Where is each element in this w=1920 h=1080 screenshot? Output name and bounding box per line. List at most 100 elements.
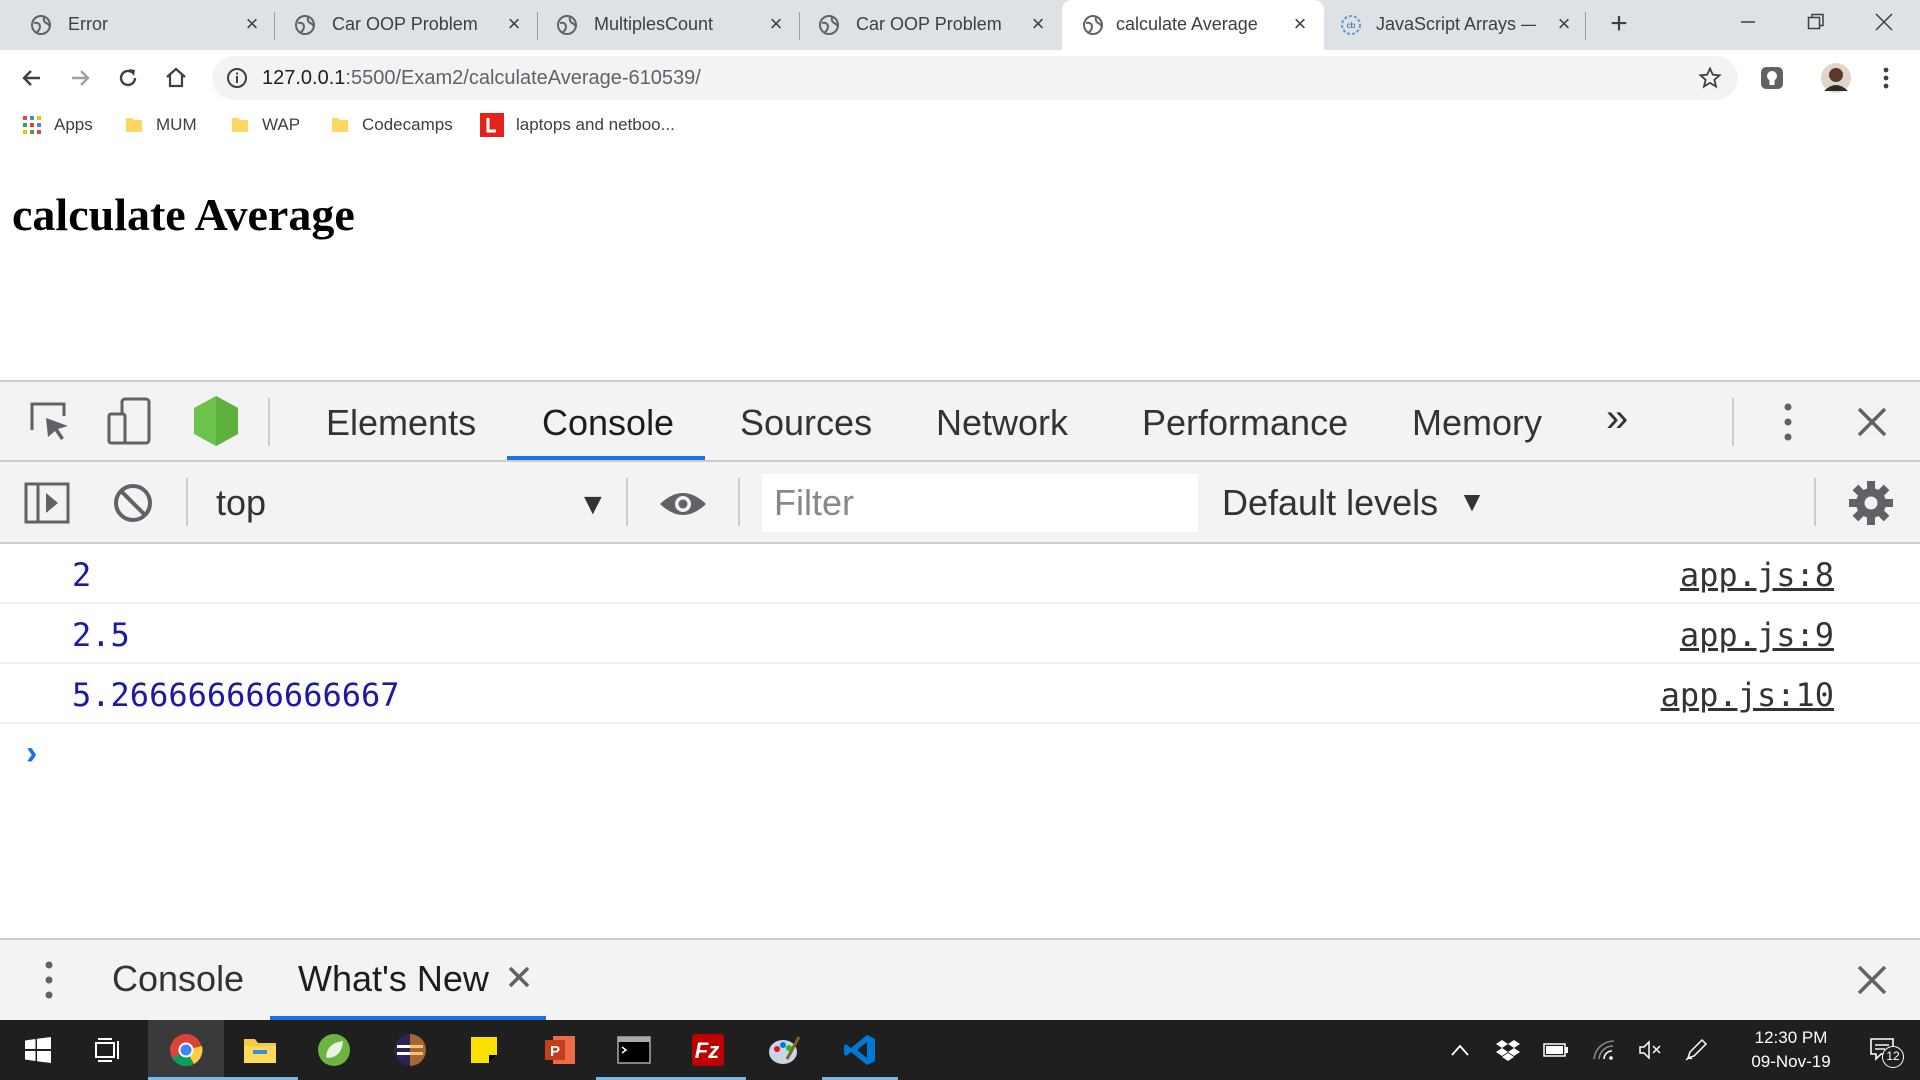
more-tabs-button[interactable]: » (1606, 396, 1628, 441)
close-drawer-icon[interactable] (1856, 964, 1888, 996)
browser-tab-multiples-count[interactable]: MultiplesCount × (526, 0, 796, 50)
svg-text:cb: cb (1347, 21, 1356, 30)
clear-console-icon[interactable] (112, 482, 154, 524)
source-link[interactable]: app.js:9 (1680, 616, 1834, 654)
taskbar-paint[interactable] (746, 1020, 822, 1080)
device-toolbar-icon[interactable] (106, 396, 152, 446)
browser-tab-car-oop-2[interactable]: Car OOP Problem × (788, 0, 1058, 50)
bookmark-folder-wap[interactable]: WAP (230, 112, 300, 138)
close-devtools-icon[interactable] (1856, 406, 1888, 438)
browser-tab-js-arrays[interactable]: cb JavaScript Arrays — I × (1330, 0, 1590, 50)
browser-menu-button[interactable] (1870, 62, 1902, 94)
task-view-button[interactable] (70, 1020, 146, 1080)
home-button[interactable] (160, 62, 192, 94)
devtools-tab-memory[interactable]: Memory (1412, 402, 1542, 444)
address-bar[interactable]: 127.0.0.1:5500/Exam2/calculateAverage-61… (212, 56, 1738, 100)
devtools-tab-performance[interactable]: Performance (1142, 402, 1348, 444)
taskbar-filezilla[interactable]: Fz (670, 1020, 746, 1080)
url-path: :5500/Exam2/calculateAverage-610539/ (345, 67, 701, 89)
taskbar-spring-tool[interactable] (296, 1020, 372, 1080)
close-tab-icon[interactable]: × (1026, 12, 1050, 36)
browser-tab-error[interactable]: Error × (0, 0, 270, 50)
close-tab-icon[interactable] (508, 966, 530, 988)
start-button[interactable] (0, 1020, 76, 1080)
taskbar-powerpoint[interactable]: P (522, 1020, 598, 1080)
tray-wifi[interactable] (1590, 1036, 1618, 1064)
nodejs-icon[interactable] (192, 394, 240, 448)
tab-title: Error (68, 14, 108, 34)
drawer-menu-icon[interactable] (43, 960, 55, 1000)
close-tab-icon[interactable]: × (764, 12, 788, 36)
devtools-tab-console[interactable]: Console (542, 402, 674, 444)
tray-dropbox[interactable] (1494, 1036, 1522, 1064)
close-tab-icon[interactable]: × (502, 12, 526, 36)
taskbar-vscode[interactable] (822, 1020, 898, 1080)
page-heading: calculate Average (12, 189, 355, 240)
filter-input[interactable] (762, 474, 1198, 532)
log-levels-dropdown[interactable]: Default levels ▼ (1222, 482, 1486, 524)
info-icon[interactable] (226, 67, 248, 89)
close-tab-icon[interactable]: × (1288, 12, 1312, 36)
close-tab-icon[interactable]: × (240, 12, 264, 36)
reload-button[interactable] (112, 62, 144, 94)
devtools-tab-elements[interactable]: Elements (326, 402, 476, 444)
close-tab-icon[interactable]: × (1552, 12, 1576, 36)
bookmark-folder-mum[interactable]: MUM (124, 112, 197, 138)
console-message: 2.5 app.js:9 (0, 604, 1920, 664)
bookmark-folder-codecamps[interactable]: Codecamps (330, 112, 453, 138)
bookmark-apps[interactable]: Apps (22, 112, 93, 138)
show-sidebar-icon[interactable] (24, 482, 70, 524)
live-expression-eye-icon[interactable] (658, 488, 708, 520)
new-tab-button[interactable]: + (1604, 9, 1634, 40)
minimize-window-button[interactable] (1718, 0, 1778, 44)
taskbar-sticky-notes[interactable] (446, 1020, 522, 1080)
console-value: 5.266666666666667 (72, 676, 400, 714)
dropdown-arrow-icon[interactable]: ▼ (578, 488, 608, 522)
profile-avatar[interactable] (1820, 62, 1852, 94)
source-link[interactable]: app.js:8 (1680, 556, 1834, 594)
browser-tab-calculate-average[interactable]: calculate Average × (1062, 0, 1324, 50)
back-button[interactable] (16, 62, 48, 94)
devtools-panel: Elements Console Sources Network Perform… (0, 380, 1920, 1020)
context-selector[interactable]: top (216, 482, 266, 524)
taskbar-file-explorer[interactable] (222, 1020, 298, 1080)
inspect-element-icon[interactable] (28, 400, 72, 444)
restore-window-button[interactable] (1786, 0, 1846, 44)
tray-volume[interactable] (1636, 1036, 1664, 1064)
close-window-button[interactable] (1854, 0, 1914, 44)
console-prompt-icon[interactable]: › (26, 734, 37, 773)
taskbar-eclipse[interactable] (372, 1020, 448, 1080)
filezilla-icon: Fz (692, 1034, 724, 1066)
toolbar-divider (268, 398, 270, 446)
tray-pen[interactable] (1682, 1036, 1710, 1064)
source-link[interactable]: app.js:10 (1661, 676, 1834, 714)
url-host: 127.0.0.1 (262, 67, 346, 89)
action-center-button[interactable]: 12 (1858, 1036, 1908, 1068)
devtools-tab-sources[interactable]: Sources (740, 402, 872, 444)
taskbar-clock[interactable]: 12:30 PM 09-Nov-19 (1736, 1026, 1846, 1074)
forward-button[interactable] (64, 62, 96, 94)
home-icon (166, 67, 186, 88)
command-prompt-icon (617, 1036, 651, 1064)
taskbar-chrome[interactable] (148, 1020, 224, 1080)
devtools-tab-network[interactable]: Network (936, 402, 1068, 444)
browser-tab-car-oop-1[interactable]: Car OOP Problem × (264, 0, 534, 50)
dropbox-icon (1496, 1040, 1520, 1061)
taskbar-command-prompt[interactable] (596, 1020, 672, 1080)
bookmark-laptops[interactable]: laptops and netboo... (480, 112, 675, 138)
drawer-tab-whats-new[interactable]: What's New (298, 958, 489, 1000)
drawer-tab-console[interactable]: Console (112, 958, 244, 1000)
tray-battery[interactable] (1542, 1036, 1570, 1064)
console-settings-gear-icon[interactable] (1848, 480, 1894, 526)
toolbar-divider (186, 478, 188, 526)
globe-icon (31, 15, 51, 35)
devtools-menu-icon[interactable] (1782, 402, 1794, 442)
extension-button[interactable] (1756, 62, 1788, 94)
kebab-menu-icon (1883, 67, 1889, 89)
powerpoint-icon: P (545, 1036, 575, 1064)
show-hidden-icons-button[interactable] (1446, 1036, 1474, 1064)
spring-leaf-icon (318, 1034, 350, 1066)
console-value: 2 (72, 556, 92, 594)
bookmark-star-icon[interactable] (1698, 66, 1722, 90)
sticky-notes-icon (471, 1037, 497, 1063)
